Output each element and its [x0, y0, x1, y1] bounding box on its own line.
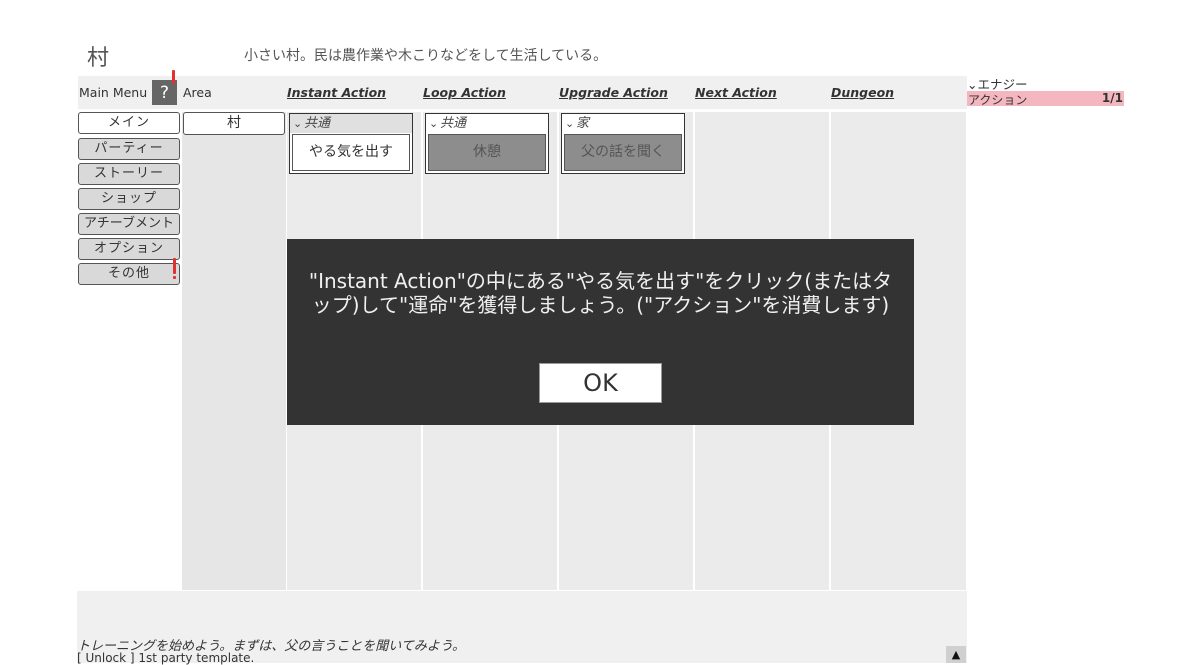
- loop-group-label: 共通: [440, 116, 467, 131]
- upgrade-action-header[interactable]: Upgrade Action: [559, 85, 668, 100]
- menu-option-button[interactable]: オプション: [78, 238, 180, 260]
- menu-achievement-button[interactable]: アチーブメント: [78, 213, 180, 235]
- action-resource-bar: アクション 1/1: [967, 91, 1124, 107]
- upgrade-group-toggle[interactable]: ⌄ 家: [562, 114, 684, 133]
- chevron-down-icon: ⌄: [967, 77, 978, 92]
- area-column: [182, 112, 286, 590]
- energy-label: エナジー: [977, 77, 1028, 92]
- instant-action-motivate-button[interactable]: やる気を出す: [292, 134, 410, 171]
- area-village-button[interactable]: 村: [183, 112, 285, 135]
- action-resource-name: アクション: [968, 93, 1028, 107]
- main-menu-label: Main Menu: [79, 85, 148, 100]
- instant-group-toggle[interactable]: ⌄ 共通: [290, 114, 412, 133]
- upgrade-action-listen-button[interactable]: 父の話を聞く: [564, 134, 682, 171]
- scroll-up-icon[interactable]: ▲: [946, 646, 966, 663]
- action-resource-value: 1/1: [1101, 91, 1123, 105]
- chevron-down-icon: ⌄: [429, 117, 439, 130]
- resource-panel: ⌄エナジー アクション 1/1: [967, 74, 1124, 107]
- loop-action-header[interactable]: Loop Action: [423, 85, 506, 100]
- upgrade-group-label: 家: [576, 116, 590, 131]
- help-alert-icon: [172, 70, 175, 84]
- menu-main-button[interactable]: メイン: [78, 112, 180, 134]
- menu-shop-button[interactable]: ショップ: [78, 188, 180, 210]
- instant-group: ⌄ 共通 やる気を出す: [289, 113, 413, 174]
- tutorial-modal: "Instant Action"の中にある"やる気を出す"をクリック(またはタッ…: [287, 239, 914, 425]
- ok-button[interactable]: OK: [539, 363, 662, 403]
- menu-story-button[interactable]: ストーリー: [78, 163, 180, 185]
- area-title: 村: [87, 46, 110, 71]
- loop-group-toggle[interactable]: ⌄ 共通: [426, 114, 548, 133]
- chevron-down-icon: ⌄: [565, 117, 575, 130]
- dungeon-header[interactable]: Dungeon: [831, 85, 894, 100]
- other-alert-dot-icon: [173, 276, 176, 279]
- area-column-label: Area: [183, 85, 212, 100]
- loop-group: ⌄ 共通 休憩: [425, 113, 549, 174]
- chevron-down-icon: ⌄: [293, 117, 303, 130]
- menu-party-button[interactable]: パーティー: [78, 138, 180, 160]
- area-description: 小さい村。民は農作業や木こりなどをして生活している。: [244, 48, 608, 64]
- tutorial-message: "Instant Action"の中にある"やる気を出す"をクリック(またはタッ…: [308, 269, 893, 317]
- instant-action-header[interactable]: Instant Action: [287, 85, 386, 100]
- other-alert-icon: [173, 258, 176, 274]
- loop-action-rest-button[interactable]: 休憩: [428, 134, 546, 171]
- instant-group-label: 共通: [304, 116, 331, 131]
- menu-other-button[interactable]: その他: [78, 263, 180, 285]
- upgrade-group: ⌄ 家 父の話を聞く: [561, 113, 685, 174]
- next-action-header[interactable]: Next Action: [695, 85, 777, 100]
